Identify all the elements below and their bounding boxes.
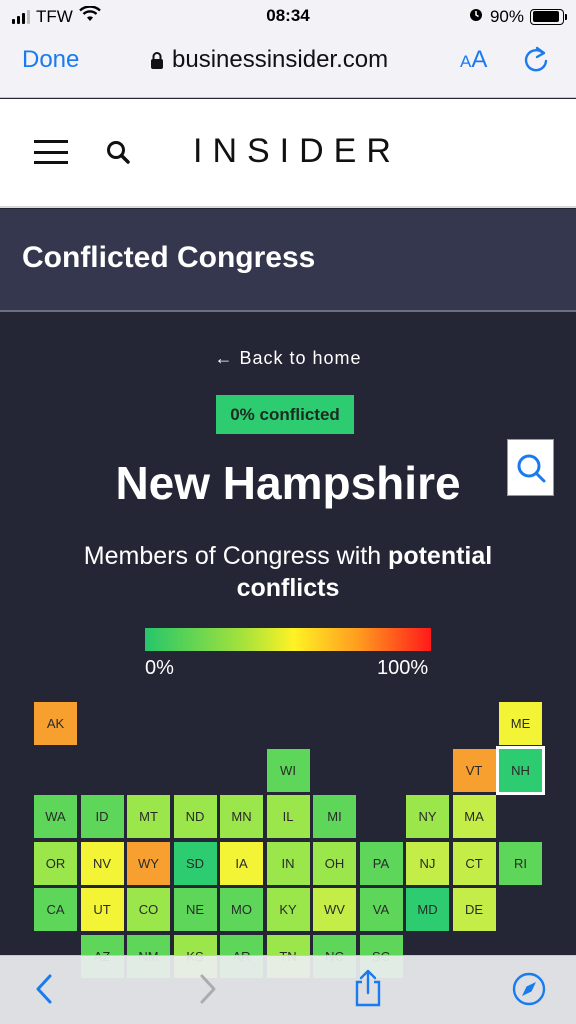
state-tile-mi[interactable]: MI: [313, 795, 356, 838]
state-tile-wv[interactable]: WV: [313, 888, 356, 931]
state-tile-oh[interactable]: OH: [313, 841, 356, 885]
subtitle-text: Members of Congress with: [83, 542, 389, 570]
state-tile-nd[interactable]: ND: [173, 795, 217, 838]
state-tile-nh[interactable]: NH: [496, 745, 545, 795]
state-tile-id[interactable]: ID: [80, 795, 124, 838]
url-bar: Done businessinsider.com AA: [0, 40, 576, 84]
state-tile-va[interactable]: VA: [359, 888, 403, 931]
state-tile-de[interactable]: DE: [452, 888, 496, 931]
battery-percent: 90%: [489, 6, 524, 26]
text-size-large-label: A: [471, 46, 488, 73]
state-tile-ne[interactable]: NE: [173, 888, 217, 931]
state-tile-vt[interactable]: VT: [452, 748, 496, 792]
state-tile-ak[interactable]: AK: [34, 702, 77, 745]
lock-icon: [151, 52, 163, 69]
state-tile-pa[interactable]: PA: [359, 841, 403, 885]
color-scale: [145, 628, 431, 651]
app-title[interactable]: Conflicted Congress: [22, 241, 315, 275]
state-tile-ri[interactable]: RI: [499, 841, 542, 885]
conflict-badge: 0% conflicted: [216, 395, 354, 434]
state-tile-mt[interactable]: MT: [127, 795, 170, 838]
url-text: businessinsider.com: [172, 46, 389, 73]
state-tile-nj[interactable]: NJ: [406, 841, 449, 885]
state-tile-wa[interactable]: WA: [34, 795, 77, 838]
state-tile-wi[interactable]: WI: [266, 748, 310, 792]
state-tile-ut[interactable]: UT: [80, 888, 124, 931]
chevron-left-icon[interactable]: [32, 972, 56, 1011]
app-bar: Conflicted Congress: [0, 209, 576, 496]
state-tile-md[interactable]: MD: [406, 888, 449, 931]
address-field[interactable]: businessinsider.com: [150, 46, 388, 74]
state-tile-ny[interactable]: NY: [406, 795, 449, 838]
text-size-button[interactable]: AA: [460, 46, 487, 74]
site-logo[interactable]: INSIDER: [193, 132, 401, 171]
compass-icon[interactable]: [512, 972, 546, 1011]
status-right: 90%: [468, 6, 567, 27]
state-tile-in[interactable]: IN: [266, 841, 310, 885]
battery-fill: [532, 11, 559, 22]
browser-chrome: TFW 08:34 90% Done businessinsider.com A…: [0, 0, 576, 98]
scale-high-label: 100%: [377, 657, 429, 679]
state-tile-sd[interactable]: SD: [173, 841, 217, 885]
chevron-right-icon[interactable]: [196, 972, 220, 1011]
state-tile-co[interactable]: CO: [127, 888, 170, 931]
state-tile-ia[interactable]: IA: [220, 841, 263, 885]
state-tile-me[interactable]: ME: [499, 702, 542, 745]
share-icon[interactable]: [352, 968, 384, 1013]
alarm-icon: [468, 6, 484, 27]
search-icon[interactable]: [106, 140, 132, 171]
state-tile-nv[interactable]: NV: [80, 841, 124, 885]
text-size-small-label: A: [460, 52, 472, 71]
back-to-home-link[interactable]: ← Back to home: [0, 348, 576, 369]
state-tile-mo[interactable]: MO: [220, 888, 263, 931]
battery-icon: [530, 8, 567, 25]
state-tile-or[interactable]: OR: [34, 841, 77, 885]
menu-icon[interactable]: [34, 140, 68, 164]
state-tile-ca[interactable]: CA: [34, 888, 77, 931]
state-tile-ma[interactable]: MA: [452, 795, 496, 838]
state-title: New Hampshire: [115, 457, 461, 509]
done-button[interactable]: Done: [22, 46, 79, 74]
scale-low-label: 0%: [145, 657, 174, 679]
state-tile-ct[interactable]: CT: [452, 841, 496, 885]
browser-toolbar: [0, 955, 576, 1024]
status-bar: TFW 08:34 90%: [0, 0, 576, 32]
subtitle: Members of Congress with potential confl…: [56, 540, 520, 604]
site-header: INSIDER: [0, 99, 576, 208]
state-tile-wy[interactable]: WY: [127, 841, 170, 885]
state-tile-mn[interactable]: MN: [220, 795, 263, 838]
state-tile-ky[interactable]: KY: [266, 888, 310, 931]
reload-icon[interactable]: [521, 44, 551, 81]
state-tile-il[interactable]: IL: [266, 795, 310, 838]
